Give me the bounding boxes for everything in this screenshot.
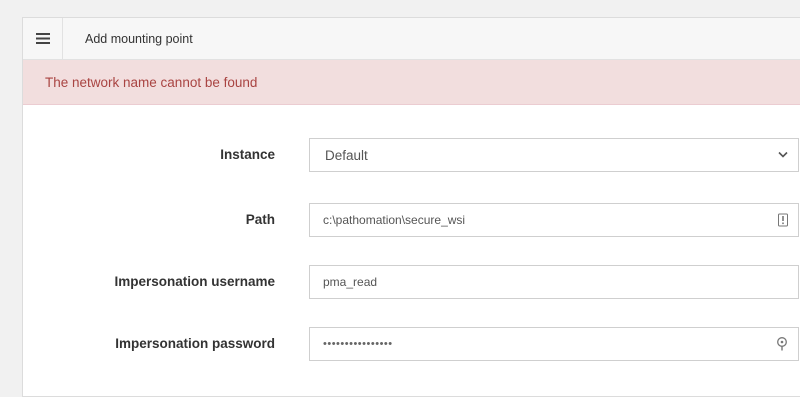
instance-value: Default: [325, 147, 368, 163]
username-row: Impersonation username pma_read: [23, 262, 800, 302]
username-label: Impersonation username: [114, 274, 275, 289]
chevron-down-icon: [778, 151, 788, 159]
instance-row: Instance Default: [23, 135, 800, 175]
info-icon[interactable]: [778, 213, 788, 227]
key-icon[interactable]: [776, 337, 788, 351]
path-input[interactable]: c:\pathomation\secure_wsi: [309, 203, 799, 237]
instance-select[interactable]: Default: [309, 138, 799, 172]
error-alert: The network name cannot be found: [23, 60, 800, 105]
panel-title: Add mounting point: [85, 31, 193, 46]
password-row: Impersonation password ••••••••••••••••: [23, 324, 800, 364]
username-value: pma_read: [323, 275, 378, 289]
hamburger-menu-icon[interactable]: [23, 17, 63, 60]
password-label: Impersonation password: [115, 336, 275, 351]
error-message: The network name cannot be found: [45, 74, 258, 90]
add-mounting-point-panel: Add mounting point The network name cann…: [22, 17, 800, 397]
panel-header: Add mounting point: [23, 17, 800, 60]
path-value: c:\pathomation\secure_wsi: [323, 213, 466, 227]
instance-label: Instance: [220, 147, 275, 162]
password-value: ••••••••••••••••: [323, 338, 393, 350]
path-label: Path: [245, 212, 275, 227]
password-input[interactable]: ••••••••••••••••: [309, 327, 799, 361]
path-row: Path c:\pathomation\secure_wsi: [23, 200, 800, 240]
username-input[interactable]: pma_read: [309, 265, 799, 299]
